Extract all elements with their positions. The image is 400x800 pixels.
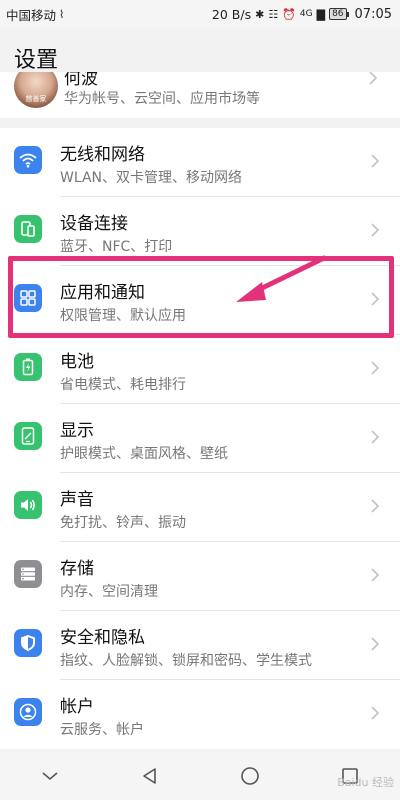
page-title: 设置 xyxy=(14,48,59,73)
account-card[interactable]: 慈善家 何波 华为帐号、云空间、应用市场等 xyxy=(0,72,400,118)
watermark: Baidu 经验 xyxy=(337,776,394,789)
signal-icon: ▇ xyxy=(316,7,326,21)
settings-item-sub: 内存、空间清理 xyxy=(60,584,158,600)
chevron-right-icon xyxy=(371,430,380,444)
settings-item-apps-notifications[interactable]: 应用和通知 权限管理、默认应用 xyxy=(0,266,400,335)
settings-item-sub: 云服务、帐户 xyxy=(60,722,144,738)
settings-item-label: 存储 xyxy=(60,559,94,579)
activity-icon: ⌇ xyxy=(59,7,65,21)
account-icon xyxy=(14,698,42,726)
settings-list: 无线和网络 WLAN、双卡管理、移动网络 设备连接 蓝牙、NFC、打印 应用和通… xyxy=(0,128,400,749)
battery-icon xyxy=(14,353,42,381)
settings-item-sound[interactable]: 声音 免打扰、铃声、振动 xyxy=(0,473,400,542)
signal-type: 4G xyxy=(299,8,313,19)
nav-back-button[interactable] xyxy=(130,756,170,796)
home-icon xyxy=(241,767,259,785)
settings-item-label: 显示 xyxy=(60,421,94,441)
status-right: 20 B/s ✱ ☷ ⏰ 4G ▇ 86 07:05 xyxy=(212,7,392,22)
network-speed: 20 B/s xyxy=(211,6,252,22)
chevron-right-icon xyxy=(371,223,380,237)
display-icon xyxy=(14,422,42,450)
battery-indicator: 86 xyxy=(329,8,350,20)
shield-icon xyxy=(14,629,42,657)
bluetooth-icon: ✱ xyxy=(255,7,265,21)
vibrate-icon: ☷ xyxy=(268,7,279,21)
settings-item-sub: 指纹、人脸解锁、锁屏和密码、学生模式 xyxy=(60,653,312,669)
settings-item-sub: 蓝牙、NFC、打印 xyxy=(60,239,173,255)
settings-item-label: 帐户 xyxy=(60,697,94,717)
settings-item-label: 电池 xyxy=(60,352,94,372)
settings-item-label: 设备连接 xyxy=(60,214,128,234)
back-icon xyxy=(143,768,156,784)
settings-item-storage[interactable]: 存储 内存、空间清理 xyxy=(0,542,400,611)
settings-item-accounts[interactable]: 帐户 云服务、帐户 xyxy=(0,680,400,749)
carrier-label: 中国移动 xyxy=(6,7,57,23)
clock: 07:05 xyxy=(354,6,392,22)
wifi-icon xyxy=(14,146,42,174)
settings-item-sub: 权限管理、默认应用 xyxy=(60,308,186,324)
alarm-icon: ⏰ xyxy=(282,7,296,21)
chevron-right-icon xyxy=(369,72,378,85)
nav-home-button[interactable] xyxy=(230,756,270,796)
device-connect-icon xyxy=(14,215,42,243)
sound-icon xyxy=(14,491,42,519)
chevron-right-icon xyxy=(371,706,380,720)
status-left: 中国移动 ⌇ xyxy=(6,5,64,24)
settings-item-sub: 省电模式、耗电排行 xyxy=(60,377,186,393)
account-name: 何波 xyxy=(64,72,98,89)
settings-item-label: 应用和通知 xyxy=(60,283,145,303)
settings-item-label: 安全和隐私 xyxy=(60,628,145,648)
chevron-right-icon xyxy=(371,499,380,513)
chevron-right-icon xyxy=(371,637,380,651)
chevron-right-icon xyxy=(371,568,380,582)
settings-item-battery[interactable]: 电池 省电模式、耗电排行 xyxy=(0,335,400,404)
settings-item-security-privacy[interactable]: 安全和隐私 指纹、人脸解锁、锁屏和密码、学生模式 xyxy=(0,611,400,680)
settings-item-sub: 护眼模式、桌面风格、壁纸 xyxy=(60,446,228,462)
account-subtitle: 华为帐号、云空间、应用市场等 xyxy=(64,91,260,107)
chevron-down-icon xyxy=(42,772,58,781)
settings-item-display[interactable]: 显示 护眼模式、桌面风格、壁纸 xyxy=(0,404,400,473)
settings-item-sub: 免打扰、铃声、振动 xyxy=(60,515,186,531)
settings-item-label: 声音 xyxy=(60,490,94,510)
settings-item-device-connection[interactable]: 设备连接 蓝牙、NFC、打印 xyxy=(0,197,400,266)
chevron-right-icon xyxy=(371,292,380,306)
settings-item-wireless[interactable]: 无线和网络 WLAN、双卡管理、移动网络 xyxy=(0,128,400,197)
settings-item-sub: WLAN、双卡管理、移动网络 xyxy=(60,170,243,186)
avatar-caption: 慈善家 xyxy=(25,95,47,103)
chevron-right-icon xyxy=(371,361,380,375)
chevron-right-icon xyxy=(371,154,380,168)
settings-item-label: 无线和网络 xyxy=(60,145,145,165)
apps-grid-icon xyxy=(14,284,42,312)
storage-icon xyxy=(14,560,42,588)
status-bar: 中国移动 ⌇ 20 B/s ✱ ☷ ⏰ 4G ▇ 86 07:05 xyxy=(0,0,400,28)
nav-collapse-button[interactable] xyxy=(30,756,70,796)
